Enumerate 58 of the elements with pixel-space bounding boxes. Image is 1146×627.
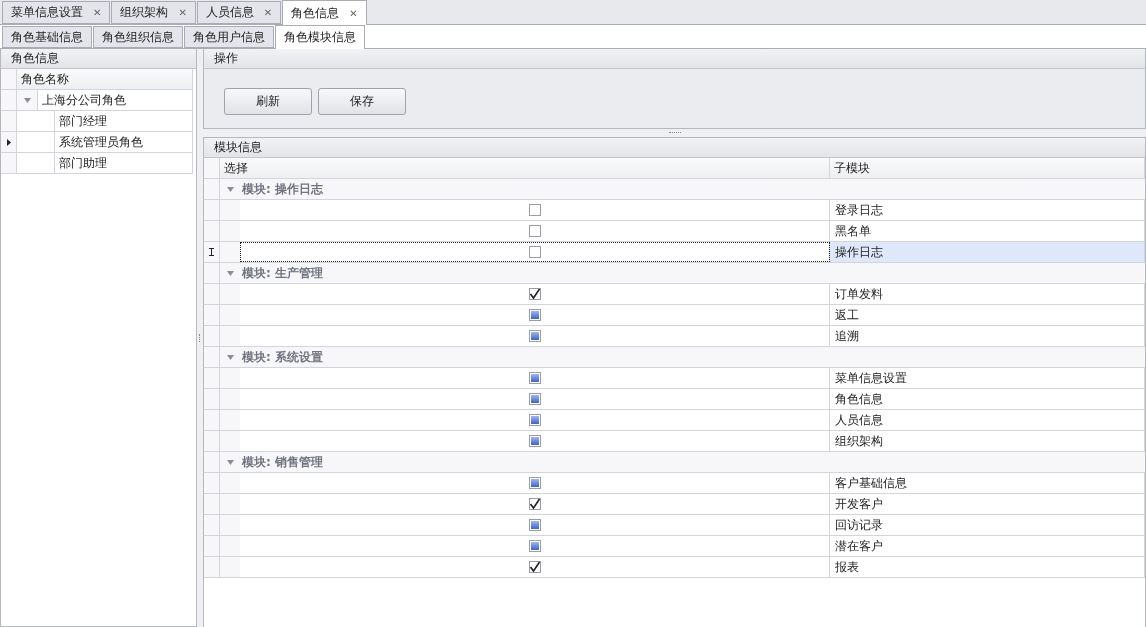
- document-tab[interactable]: 组织架构 ✕: [111, 1, 196, 24]
- column-header[interactable]: 选择: [220, 158, 830, 178]
- checkbox[interactable]: [528, 498, 541, 510]
- table-cell: 操作日志: [830, 242, 1145, 262]
- checkbox[interactable]: [528, 561, 541, 573]
- tab[interactable]: 角色模块信息: [275, 25, 365, 49]
- checkbox[interactable]: [528, 519, 541, 531]
- row-indicator[interactable]: [1, 132, 17, 152]
- column-header[interactable]: 角色名称: [17, 69, 193, 89]
- tree-node[interactable]: 上海分公司角色: [37, 90, 193, 110]
- tab[interactable]: 角色用户信息: [184, 26, 274, 48]
- tree-node[interactable]: 部门助理: [54, 153, 193, 173]
- checkbox[interactable]: [528, 204, 541, 216]
- checkbox[interactable]: [528, 477, 541, 489]
- close-icon[interactable]: ✕: [349, 7, 358, 19]
- group-label: 模块: 销售管理: [241, 453, 323, 471]
- checkbox[interactable]: [528, 309, 541, 321]
- document-tab[interactable]: 角色信息 ✕: [282, 0, 367, 25]
- toolbar-button[interactable]: 保存: [318, 88, 406, 115]
- tree-node[interactable]: 部门经理: [54, 111, 193, 131]
- tab-label: 组织架构: [120, 4, 169, 21]
- tab-label: 菜单信息设置: [11, 4, 83, 21]
- expander-cell[interactable]: [17, 90, 37, 110]
- checkbox[interactable]: [528, 393, 541, 405]
- checkbox[interactable]: [528, 246, 541, 258]
- toolbar-button[interactable]: 刷新: [224, 88, 312, 115]
- collapse-arrow-icon[interactable]: [226, 354, 234, 360]
- checkbox[interactable]: [528, 330, 541, 342]
- checkbox[interactable]: [528, 225, 541, 237]
- row-pointer-icon: [6, 138, 11, 146]
- checkbox[interactable]: [528, 372, 541, 384]
- panel-title: 模块信息: [204, 138, 1145, 158]
- document-tab[interactable]: 人员信息 ✕: [196, 1, 282, 24]
- group-label: 模块: 生产管理: [241, 264, 323, 282]
- column-header[interactable]: 子模块: [830, 158, 1145, 178]
- close-icon[interactable]: ✕: [178, 7, 187, 18]
- panel-title: 角色信息: [1, 49, 196, 69]
- checkbox[interactable]: [528, 540, 541, 552]
- tab[interactable]: 角色基础信息: [2, 26, 92, 48]
- close-icon[interactable]: ✕: [263, 7, 273, 18]
- checkbox[interactable]: [528, 435, 541, 447]
- tab[interactable]: 角色组织信息: [93, 26, 183, 48]
- expand-arrow-icon[interactable]: [23, 97, 31, 103]
- text-cursor-icon: [209, 248, 214, 256]
- group-label: 模块: 操作日志: [241, 180, 323, 198]
- close-icon[interactable]: ✕: [93, 7, 102, 18]
- tab-label: 人员信息: [205, 4, 254, 21]
- document-tab[interactable]: 菜单信息设置 ✕: [2, 1, 111, 24]
- tree-node[interactable]: 系统管理员角色: [54, 132, 193, 152]
- checkbox[interactable]: [528, 288, 541, 300]
- group-label: 模块: 系统设置: [241, 348, 323, 366]
- checkbox[interactable]: [528, 414, 541, 426]
- collapse-arrow-icon[interactable]: [226, 270, 234, 276]
- tab-label: 角色信息: [291, 4, 340, 22]
- collapse-arrow-icon[interactable]: [226, 459, 234, 465]
- collapse-arrow-icon[interactable]: [226, 186, 234, 192]
- panel-title: 操作: [204, 49, 1145, 69]
- row-indicator[interactable]: [204, 242, 220, 262]
